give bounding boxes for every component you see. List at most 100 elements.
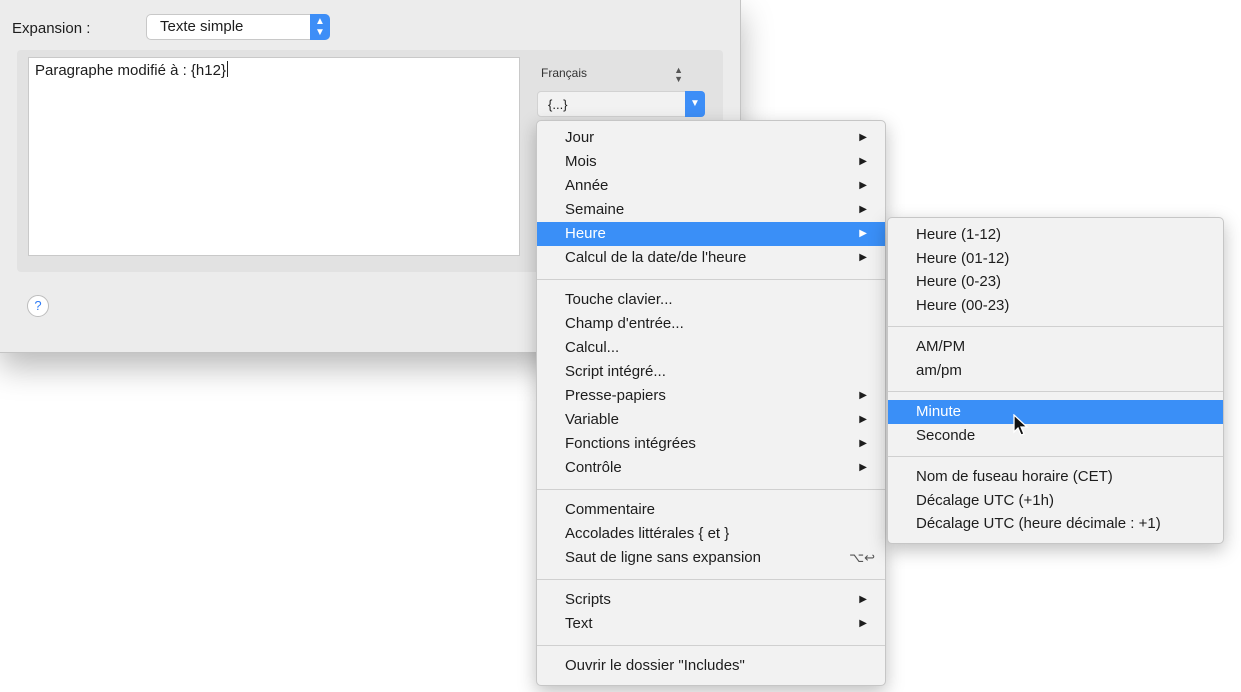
placeholder-insert-button[interactable]: {...} ▼: [537, 91, 705, 117]
submenu-arrow-icon: ▶: [859, 594, 867, 605]
submenu-item-minute[interactable]: Minute: [888, 400, 1223, 424]
placeholder-menu: Jour ▶ Mois ▶ Année ▶ Semaine ▶ Heure ▶ Calcul de …: [536, 120, 886, 686]
menu-item-label: Décalage UTC (+1h): [916, 491, 1054, 509]
menu-item-label: Heure (00-23): [916, 296, 1010, 314]
menu-item-label: Presse-papiers: [565, 387, 666, 404]
menu-item-accolades-litterales-et[interactable]: Accolades littérales { et }: [537, 522, 885, 546]
menu-item-label: Seconde: [916, 426, 976, 444]
menu-item-label: AM/PM: [916, 338, 966, 355]
menu-item-scripts[interactable]: Scripts ▶: [537, 588, 885, 612]
up-down-chevrons-icon: ▲ ▼: [310, 14, 330, 40]
placeholder-button-label: {...}: [548, 97, 568, 112]
menu-item-controle[interactable]: Contrôle ▶: [537, 456, 885, 480]
submenu-item-heure-00-23[interactable]: Heure (00-23): [888, 294, 1223, 318]
submenu-arrow-icon: ▶: [859, 462, 867, 473]
submenu-item-heure-01-12[interactable]: Heure (01-12): [888, 247, 1223, 271]
menu-item-label: Nom de fuseau horaire (CET): [916, 468, 1113, 485]
submenu-arrow-icon: ▶: [859, 180, 867, 191]
submenu-arrow-icon: ▶: [859, 390, 867, 401]
menu-separator: [537, 579, 885, 580]
menu-item-heure[interactable]: Heure ▶: [537, 222, 885, 246]
menu-item-saut-de-ligne-sans-expansion[interactable]: Saut de ligne sans expansion ⌥↩: [537, 546, 885, 570]
submenu-arrow-icon: ▶: [859, 618, 867, 629]
menu-item-label: Ouvrir le dossier "Includes": [565, 657, 745, 674]
menu-item-label: Semaine: [565, 201, 625, 218]
menu-item-fonctions-integrees[interactable]: Fonctions intégrées ▶: [537, 432, 885, 456]
menu-item-label: Calcul...: [565, 339, 620, 356]
submenu-item-heure-1-12[interactable]: Heure (1-12): [888, 223, 1223, 247]
submenu-arrow-icon: ▶: [859, 156, 867, 167]
keyboard-shortcut: ⌥↩: [849, 550, 875, 565]
menu-item-label: Heure: [565, 225, 606, 242]
submenu-arrow-icon: ▶: [859, 228, 867, 239]
menu-item-semaine[interactable]: Semaine ▶: [537, 198, 885, 222]
submenu-item-am-pm[interactable]: AM/PM: [888, 335, 1223, 359]
menu-item-label: Saut de ligne sans expansion: [565, 549, 761, 566]
heure-submenu: Heure (1-12) Heure (01-12) Heure (0-23) Heu…: [887, 217, 1224, 544]
menu-separator: [888, 456, 1223, 457]
menu-separator: [888, 391, 1223, 392]
menu-item-calcul[interactable]: Calcul...: [537, 336, 885, 360]
menu-item-commentaire[interactable]: Commentaire: [537, 498, 885, 522]
menu-item-label: Variable: [565, 411, 619, 428]
menu-item-champ-d-entree[interactable]: Champ d'entrée...: [537, 312, 885, 336]
menu-item-label: Scripts: [565, 591, 611, 608]
submenu-item-decalage-utc-heure-decimale-1[interactable]: Décalage UTC (heure décimale : +1): [888, 512, 1223, 536]
menu-item-variable[interactable]: Variable ▶: [537, 408, 885, 432]
menu-item-label: Commentaire: [565, 501, 656, 518]
menu-item-label: Mois: [565, 153, 597, 170]
menu-item-label: Décalage UTC (heure décimale : +1): [916, 515, 1161, 532]
language-value: Français: [541, 66, 588, 80]
submenu-item-seconde[interactable]: Seconde: [888, 424, 1223, 448]
menu-item-ouvrir-le-dossier-includes[interactable]: Ouvrir le dossier "Includes": [537, 654, 885, 678]
submenu-arrow-icon: ▶: [859, 204, 867, 215]
submenu-arrow-icon: ▶: [859, 132, 867, 143]
menu-item-annee[interactable]: Année ▶: [537, 174, 885, 198]
submenu-arrow-icon: ▶: [859, 252, 867, 263]
menu-item-label: Heure (0-23): [916, 273, 1002, 290]
mouse-pointer-icon: [1013, 414, 1029, 436]
submenu-item-decalage-utc-1h[interactable]: Décalage UTC (+1h): [888, 489, 1223, 513]
chevron-down-icon: ▼: [685, 91, 705, 117]
submenu-arrow-icon: ▶: [859, 414, 867, 425]
submenu-item-nom-de-fuseau-horaire-cet[interactable]: Nom de fuseau horaire (CET): [888, 465, 1223, 489]
menu-separator: [888, 326, 1223, 327]
submenu-arrow-icon: ▶: [859, 438, 867, 449]
menu-item-label: Champ d'entrée...: [565, 315, 684, 332]
menu-item-label: Fonctions intégrées: [565, 435, 696, 452]
menu-separator: [537, 489, 885, 490]
menu-separator: [537, 279, 885, 280]
menu-item-touche-clavier[interactable]: Touche clavier...: [537, 288, 885, 312]
text-caret: [226, 61, 228, 77]
snippet-text-editor[interactable]: Paragraphe modifié à : {h12}: [28, 57, 520, 256]
expansion-label: Expansion :: [12, 20, 91, 37]
submenu-item-am-pm[interactable]: am/pm: [888, 359, 1223, 383]
menu-item-text[interactable]: Text ▶: [537, 612, 885, 636]
menu-item-label: Année: [565, 177, 609, 194]
snippet-text: Paragraphe modifié à : {h12}: [35, 62, 226, 79]
menu-item-mois[interactable]: Mois ▶: [537, 150, 885, 174]
menu-item-jour[interactable]: Jour ▶: [537, 126, 885, 150]
menu-item-label: Heure (1-12): [916, 226, 1002, 243]
submenu-item-heure-0-23[interactable]: Heure (0-23): [888, 270, 1223, 294]
menu-item-label: Contrôle: [565, 459, 622, 476]
up-down-chevrons-icon: ▲ ▼: [674, 65, 683, 84]
menu-item-label: Text: [565, 615, 593, 632]
menu-item-label: am/pm: [916, 361, 962, 379]
menu-item-label: Script intégré...: [565, 363, 666, 380]
language-popup[interactable]: Français ▲ ▼: [541, 66, 683, 84]
menu-item-label: Heure (01-12): [916, 249, 1010, 267]
menu-item-label: Touche clavier...: [565, 291, 673, 308]
menu-item-script-integre[interactable]: Script intégré...: [537, 360, 885, 384]
menu-item-label: Minute: [916, 403, 962, 420]
menu-separator: [537, 645, 885, 646]
help-button[interactable]: ?: [27, 295, 49, 317]
expansion-type-popup[interactable]: Texte simple ▲ ▼: [146, 14, 330, 40]
menu-item-label: Calcul de la date/de l'heure: [565, 249, 747, 266]
question-mark-icon: ?: [34, 298, 42, 313]
menu-item-label: Jour: [565, 129, 595, 146]
expansion-type-value: Texte simple: [160, 18, 244, 35]
menu-item-label: Accolades littérales { et }: [565, 525, 730, 542]
menu-item-calcul-de-la-date-de-l-heure[interactable]: Calcul de la date/de l'heure ▶: [537, 246, 885, 270]
menu-item-presse-papiers[interactable]: Presse-papiers ▶: [537, 384, 885, 408]
